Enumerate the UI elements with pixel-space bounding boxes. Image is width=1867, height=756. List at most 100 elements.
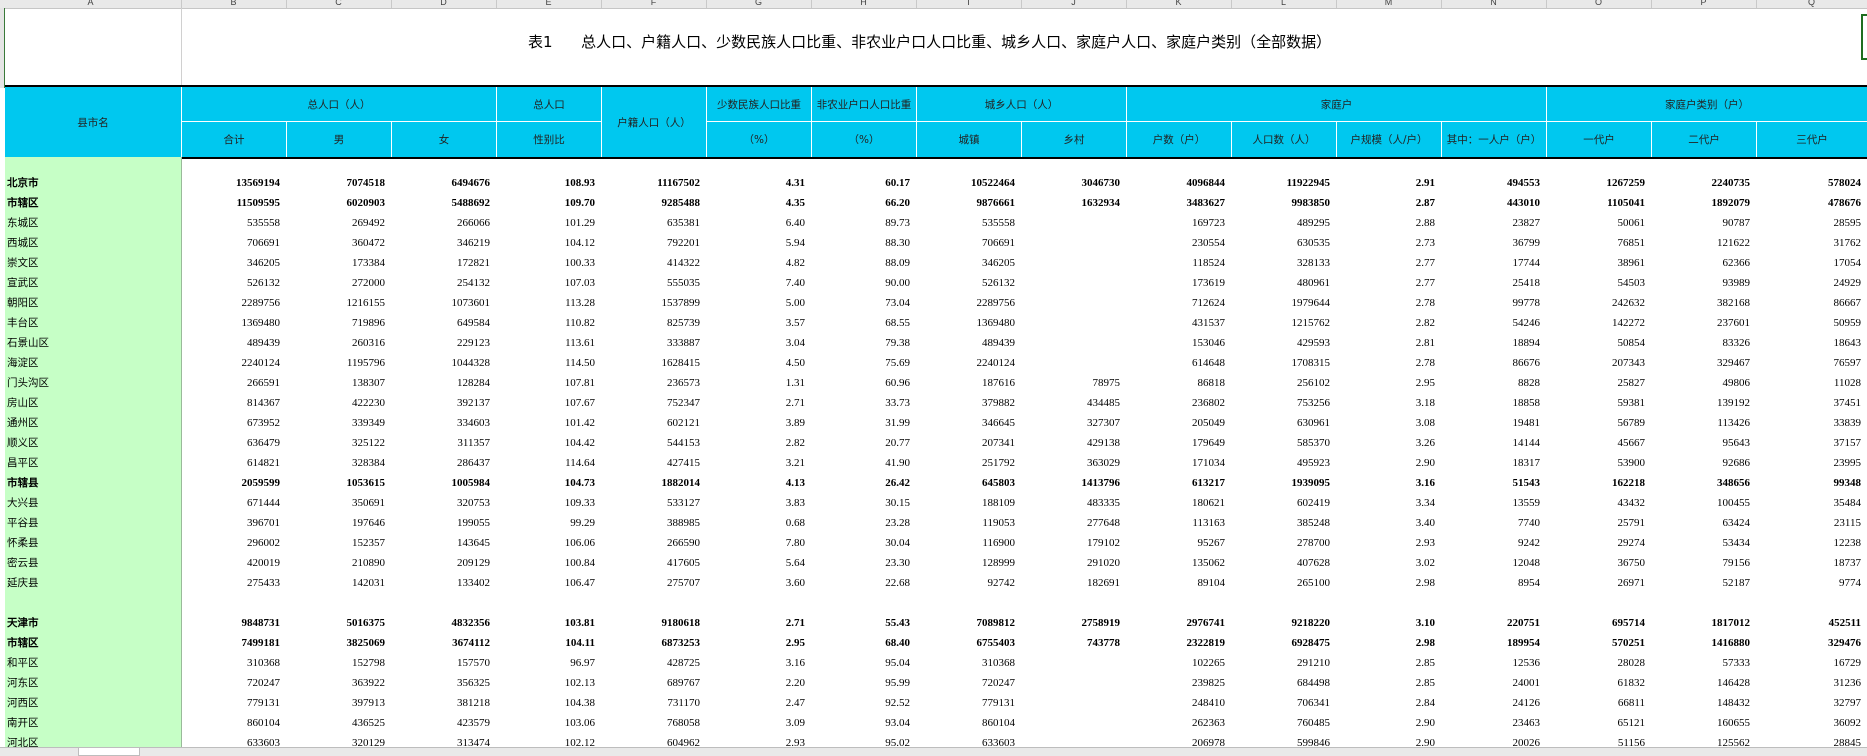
value-cell[interactable]: 407628	[1230, 553, 1330, 573]
value-cell[interactable]: 9218220	[1230, 613, 1331, 633]
value-cell[interactable]: 3.04	[705, 333, 805, 353]
column-header-n[interactable]: N	[1441, 0, 1547, 8]
value-cell[interactable]: 62366	[1650, 253, 1751, 273]
region-name-cell[interactable]: 怀柔县	[5, 533, 177, 553]
value-cell[interactable]: 187616	[915, 373, 1015, 393]
value-cell[interactable]: 53434	[1650, 533, 1751, 553]
value-cell[interactable]: 6494676	[390, 173, 491, 193]
column-header-f[interactable]: F	[601, 0, 707, 8]
header-gen3[interactable]: 三代户	[1756, 122, 1867, 157]
value-cell[interactable]: 5.00	[705, 293, 805, 313]
value-cell[interactable]: 18643	[1761, 333, 1862, 353]
value-cell[interactable]: 719896	[285, 313, 385, 333]
value-cell[interactable]: 12048	[1440, 553, 1541, 573]
value-cell[interactable]: 52187	[1650, 573, 1751, 593]
value-cell[interactable]: 689767	[600, 673, 700, 693]
value-cell[interactable]: 360472	[285, 233, 385, 253]
value-cell[interactable]: 2.87	[1335, 193, 1435, 213]
value-cell[interactable]: 604962	[600, 733, 700, 747]
value-cell[interactable]: 142272	[1545, 313, 1645, 333]
value-cell[interactable]: 2.95	[705, 633, 805, 653]
value-cell[interactable]: 1005984	[390, 473, 491, 493]
value-cell[interactable]: 57333	[1650, 653, 1751, 673]
value-cell[interactable]: 614648	[1125, 353, 1225, 373]
value-cell[interactable]: 3.34	[1335, 493, 1435, 513]
value-cell[interactable]: 291020	[1020, 553, 1120, 573]
column-header-b[interactable]: B	[181, 0, 287, 8]
region-name-cell[interactable]: 延庆县	[5, 573, 177, 593]
value-cell[interactable]: 348656	[1650, 473, 1750, 493]
column-header-p[interactable]: P	[1651, 0, 1757, 8]
value-cell[interactable]: 237601	[1650, 313, 1750, 333]
value-cell[interactable]: 36799	[1440, 233, 1541, 253]
region-name-cell[interactable]: 东城区	[5, 213, 177, 233]
value-cell[interactable]: 4.35	[705, 193, 805, 213]
value-cell[interactable]: 535558	[915, 213, 1015, 233]
value-cell[interactable]: 4096844	[1125, 173, 1226, 193]
value-cell[interactable]: 49806	[1650, 373, 1751, 393]
value-cell[interactable]: 382168	[1650, 293, 1750, 313]
value-cell[interactable]: 75.69	[810, 353, 910, 373]
value-cell[interactable]: 11509595	[180, 193, 280, 213]
value-cell[interactable]: 3.60	[705, 573, 805, 593]
value-cell[interactable]: 2.85	[1335, 653, 1435, 673]
value-cell[interactable]: 613217	[1125, 473, 1225, 493]
value-cell[interactable]: 602419	[1230, 493, 1330, 513]
value-cell[interactable]: 31.99	[810, 413, 910, 433]
value-cell[interactable]: 92.52	[810, 693, 910, 713]
value-cell[interactable]: 78975	[1020, 373, 1121, 393]
value-cell[interactable]: 92742	[915, 573, 1016, 593]
value-cell[interactable]: 825739	[600, 313, 700, 333]
value-cell[interactable]: 99778	[1440, 293, 1541, 313]
value-cell[interactable]: 25791	[1545, 513, 1646, 533]
value-cell[interactable]: 23463	[1440, 713, 1541, 733]
header-rural[interactable]: 乡村	[1021, 122, 1126, 157]
value-cell[interactable]: 363029	[1020, 453, 1120, 473]
region-name-cell[interactable]: 门头沟区	[5, 373, 177, 393]
value-cell[interactable]: 7.80	[705, 533, 805, 553]
value-cell[interactable]: 266590	[600, 533, 700, 553]
value-cell[interactable]: 1708315	[1230, 353, 1331, 373]
value-cell[interactable]: 9876661	[915, 193, 1016, 213]
value-cell[interactable]: 328133	[1230, 253, 1330, 273]
value-cell[interactable]: 148432	[1650, 693, 1750, 713]
value-cell[interactable]: 2.82	[705, 433, 805, 453]
value-cell[interactable]: 3.09	[705, 713, 805, 733]
value-cell[interactable]: 2.71	[705, 613, 805, 633]
value-cell[interactable]: 779131	[180, 693, 280, 713]
value-cell[interactable]: 23.28	[810, 513, 910, 533]
region-name-cell[interactable]: 北京市	[5, 173, 177, 193]
value-cell[interactable]: 720247	[915, 673, 1015, 693]
value-cell[interactable]: 3.10	[1335, 613, 1435, 633]
value-cell[interactable]: 3.57	[705, 313, 805, 333]
value-cell[interactable]: 45667	[1545, 433, 1646, 453]
value-cell[interactable]: 13569194	[180, 173, 280, 193]
value-cell[interactable]: 2.20	[705, 673, 805, 693]
value-cell[interactable]: 95643	[1650, 433, 1751, 453]
value-cell[interactable]: 103.81	[495, 613, 595, 633]
column-header-m[interactable]: M	[1336, 0, 1442, 8]
value-cell[interactable]: 673952	[180, 413, 280, 433]
value-cell[interactable]: 101.29	[495, 213, 595, 233]
value-cell[interactable]: 26.42	[810, 473, 910, 493]
value-cell[interactable]: 143645	[390, 533, 490, 553]
header-minority-pct[interactable]: （%）	[706, 122, 811, 157]
value-cell[interactable]: 3825069	[285, 633, 386, 653]
header-hh-single[interactable]: 其中：一人户（户）	[1441, 122, 1546, 157]
value-cell[interactable]: 420019	[180, 553, 280, 573]
value-cell[interactable]: 100.84	[495, 553, 595, 573]
value-cell[interactable]	[1650, 593, 1750, 613]
value-cell[interactable]: 51543	[1440, 473, 1541, 493]
value-cell[interactable]: 32797	[1761, 693, 1862, 713]
value-cell[interactable]: 695714	[1545, 613, 1645, 633]
value-cell[interactable]: 489439	[915, 333, 1015, 353]
value-cell[interactable]: 95.02	[810, 733, 910, 747]
value-cell[interactable]: 114.64	[495, 453, 595, 473]
value-cell[interactable]: 397913	[285, 693, 385, 713]
value-cell[interactable]: 107.81	[495, 373, 595, 393]
value-cell[interactable]: 265100	[1230, 573, 1330, 593]
column-header-e[interactable]: E	[496, 0, 602, 8]
value-cell[interactable]: 88.09	[810, 253, 910, 273]
value-cell[interactable]: 310368	[180, 653, 280, 673]
value-cell[interactable]: 328384	[285, 453, 385, 473]
